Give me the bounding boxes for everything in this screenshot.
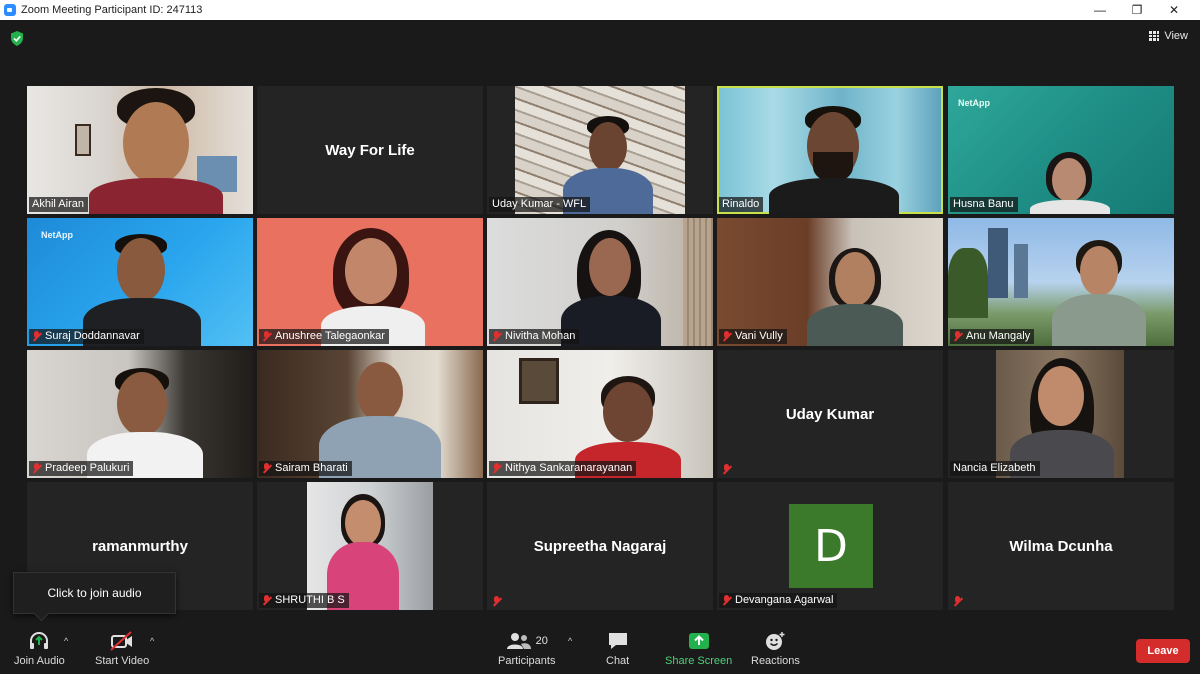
mic-muted-icon — [492, 596, 501, 607]
mic-muted-icon — [722, 464, 731, 475]
audio-options-caret[interactable]: ^ — [64, 636, 68, 646]
reactions-label: Reactions — [751, 655, 800, 667]
participants-label: Participants — [498, 655, 556, 667]
share-screen-button[interactable]: Share Screen — [665, 630, 732, 667]
leave-button[interactable]: Leave — [1136, 639, 1190, 663]
video-tile[interactable]: Uday Kumar — [717, 350, 943, 478]
participants-count: 20 — [535, 635, 548, 647]
netapp-logo: NetApp — [958, 98, 990, 108]
participant-name-label: Nithya Sankaranarayanan — [489, 461, 637, 476]
participant-name-label — [950, 595, 970, 608]
participant-display-name: Way For Life — [325, 141, 415, 159]
participant-name-label: Suraj Doddannavar — [29, 329, 144, 344]
video-off-icon — [109, 630, 135, 652]
video-tile[interactable]: Wilma Dcunha — [948, 482, 1174, 610]
participant-display-name: Uday Kumar — [785, 405, 875, 423]
join-audio-label: Join Audio — [14, 655, 65, 667]
participants-button[interactable]: 20 Participants — [498, 630, 555, 667]
video-tile[interactable]: Sairam Bharati — [257, 350, 483, 478]
video-tile[interactable]: D Devangana Agarwal — [717, 482, 943, 610]
mic-muted-icon — [262, 331, 271, 342]
participant-name-label: Devangana Agarwal — [719, 593, 838, 608]
video-tile[interactable]: SHRUTHI B S — [257, 482, 483, 610]
video-tile[interactable]: Way For Life — [257, 86, 483, 214]
participant-name-label: Husna Banu — [950, 197, 1018, 212]
mic-muted-icon — [492, 331, 501, 342]
join-audio-button[interactable]: Join Audio — [14, 630, 65, 667]
participant-name-label: Akhil Airan — [29, 197, 88, 212]
participant-name-label: Pradeep Palukuri — [29, 461, 134, 476]
grid-view-icon — [1149, 31, 1160, 41]
participant-name-label: Anushree Talegaonkar — [259, 329, 389, 344]
participant-display-name: Supreetha Nagaraj — [533, 537, 667, 555]
video-tile[interactable]: Anu Mangaly — [948, 218, 1174, 346]
mic-muted-icon — [953, 596, 962, 607]
video-tile[interactable]: Nancia Elizabeth — [948, 350, 1174, 478]
zoom-logo-icon — [4, 4, 16, 16]
video-tile[interactable]: Uday Kumar - WFL — [487, 86, 713, 214]
mic-muted-icon — [32, 331, 41, 342]
video-tile[interactable]: NetApp Husna Banu — [948, 86, 1174, 214]
participant-name-label: SHRUTHI B S — [259, 593, 349, 608]
video-tile[interactable]: Anushree Talegaonkar — [257, 218, 483, 346]
mic-muted-icon — [32, 463, 41, 474]
chat-icon — [607, 630, 629, 652]
participant-name-label: Nivitha Mohan — [489, 329, 580, 344]
mic-muted-icon — [262, 463, 271, 474]
participant-name-label: Nancia Elizabeth — [950, 461, 1040, 476]
video-options-caret[interactable]: ^ — [150, 636, 154, 646]
join-audio-tooltip: Click to join audio — [13, 572, 176, 614]
video-tile[interactable]: Pradeep Palukuri — [27, 350, 253, 478]
start-video-button[interactable]: Start Video — [95, 630, 149, 667]
close-button[interactable]: ✕ — [1156, 0, 1192, 20]
chat-label: Chat — [606, 655, 630, 667]
video-tile-active-speaker[interactable]: Rinaldo — [717, 86, 943, 214]
security-shield-icon[interactable] — [10, 31, 24, 46]
start-video-label: Start Video — [95, 655, 150, 667]
mic-muted-icon — [953, 331, 962, 342]
mic-muted-icon — [492, 463, 501, 474]
mic-muted-icon — [262, 595, 271, 606]
video-tile[interactable]: Nivitha Mohan — [487, 218, 713, 346]
title-bar: Zoom Meeting Participant ID: 247113 — ❐ … — [0, 0, 1200, 20]
mic-muted-icon — [722, 595, 731, 606]
video-tile[interactable]: Vani Vully — [717, 218, 943, 346]
headphones-icon — [28, 630, 50, 652]
participant-name-label: Uday Kumar - WFL — [489, 197, 591, 212]
chat-button[interactable]: Chat — [606, 630, 629, 667]
participant-avatar: D — [789, 504, 873, 588]
meeting-toolbar: Join Audio ^ Start Video ^ 20 Participan… — [0, 622, 1200, 674]
participant-name-label: Sairam Bharati — [259, 461, 352, 476]
participants-options-caret[interactable]: ^ — [568, 636, 572, 646]
participants-icon — [506, 633, 531, 649]
participant-display-name: Wilma Dcunha — [1009, 537, 1113, 555]
view-button[interactable]: View — [1149, 30, 1188, 42]
participant-name-label — [489, 595, 509, 608]
video-tile[interactable]: Nithya Sankaranarayanan — [487, 350, 713, 478]
video-tile[interactable]: Supreetha Nagaraj — [487, 482, 713, 610]
video-tile[interactable]: NetApp Suraj Doddannavar — [27, 218, 253, 346]
mic-muted-icon — [722, 331, 731, 342]
participant-name-label: Anu Mangaly — [950, 329, 1035, 344]
reactions-button[interactable]: Reactions — [751, 630, 800, 667]
netapp-logo: NetApp — [41, 230, 73, 240]
participant-name-label — [719, 463, 739, 476]
minimize-button[interactable]: — — [1082, 0, 1118, 20]
video-tile[interactable]: Akhil Airan — [27, 86, 253, 214]
share-screen-label: Share Screen — [665, 655, 733, 667]
view-button-label: View — [1164, 30, 1188, 42]
reactions-icon — [764, 630, 786, 652]
window-title: Zoom Meeting Participant ID: 247113 — [21, 4, 203, 16]
restore-button[interactable]: ❐ — [1119, 0, 1155, 20]
participant-name-label: Rinaldo — [719, 197, 764, 212]
share-screen-icon — [688, 630, 710, 652]
participant-name-label: Vani Vully — [719, 329, 787, 344]
zoom-window: Zoom Meeting Participant ID: 247113 — ❐ … — [0, 0, 1200, 674]
